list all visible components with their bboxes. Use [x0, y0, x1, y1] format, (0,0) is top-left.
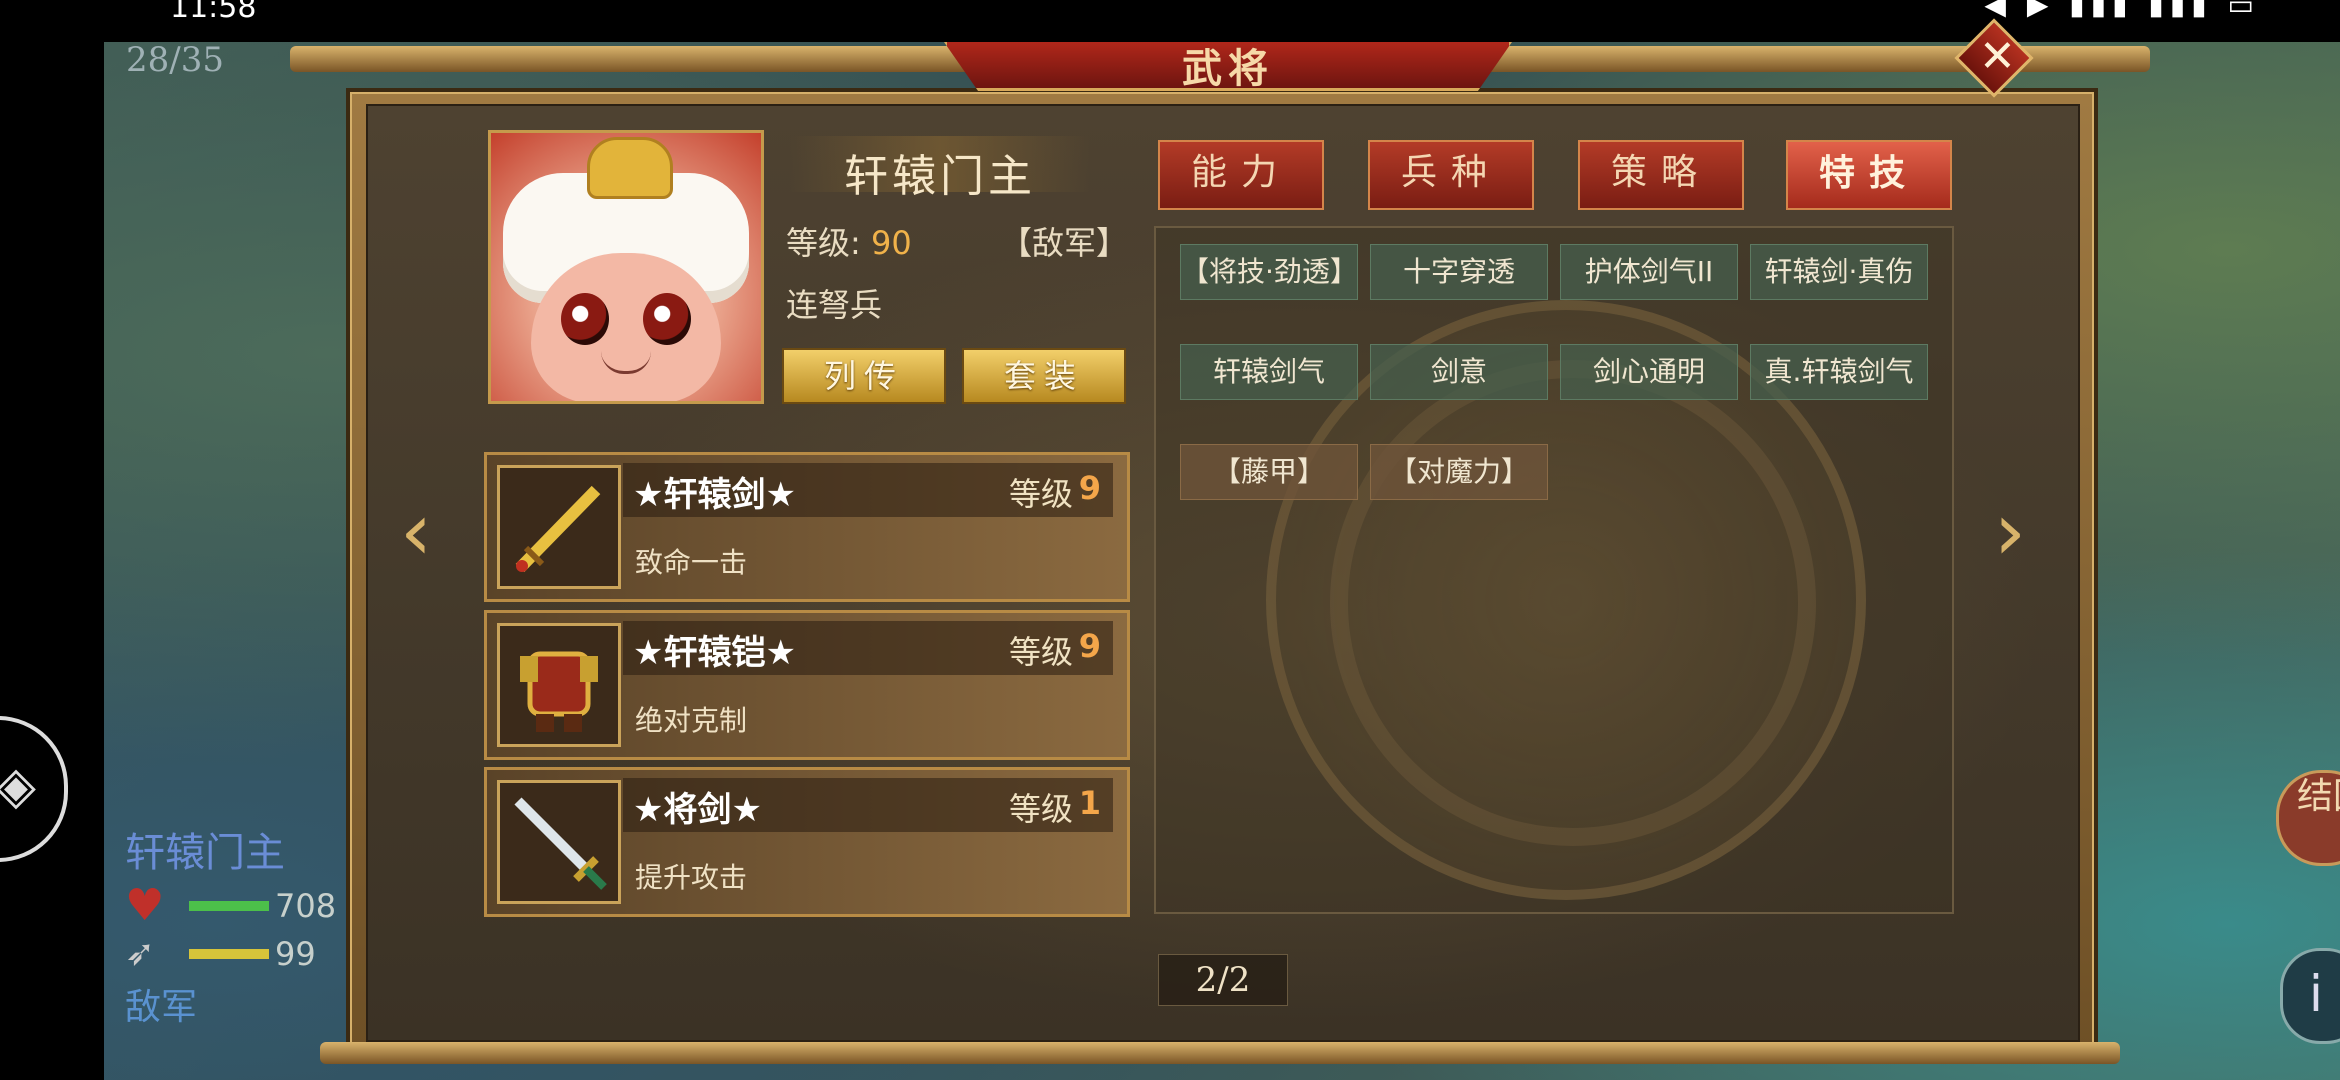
dialog-title: 武将	[1182, 45, 1274, 92]
equipment-level: 9	[1078, 469, 1101, 507]
info-icon: i	[2309, 965, 2323, 1023]
unit-name: 轩辕门主	[125, 830, 285, 876]
skill-tag[interactable]: 【藤甲】	[1180, 444, 1358, 500]
skill-tag[interactable]: 轩辕剑气	[1180, 344, 1358, 400]
skill-tag[interactable]: 【对魔力】	[1370, 444, 1548, 500]
general-level: 等级: 90	[786, 218, 912, 264]
prev-page-button[interactable]: ‹	[400, 492, 456, 572]
biography-button[interactable]: 列传	[782, 348, 946, 404]
equipment-header: ★将剑★ 等级 1	[623, 778, 1113, 832]
general-name-plate: 轩辕门主	[790, 136, 1090, 202]
skill-tag[interactable]: 剑意	[1370, 344, 1548, 400]
tab-strategy[interactable]: 策略	[1578, 140, 1744, 210]
heart-icon: ♥	[125, 880, 165, 931]
sword-icon	[497, 780, 621, 904]
equipment-header: ★轩辕铠★ 等级 9	[623, 621, 1113, 675]
equipment-effect: 绝对克制	[635, 704, 748, 737]
general-portrait	[488, 130, 764, 404]
turn-counter: 28/35	[126, 40, 224, 80]
mp-bar	[189, 949, 269, 959]
unit-side: 敌军	[125, 987, 198, 1028]
equipment-effect: 提升攻击	[635, 861, 748, 894]
mp-value: 99	[275, 935, 316, 973]
chevron-right-icon: ›	[1994, 485, 2026, 578]
right-eye	[643, 293, 691, 345]
skill-tag[interactable]: 真.轩辕剑气	[1750, 344, 1928, 400]
side-tag: 【敌军】	[1000, 224, 1129, 262]
selected-unit-info: 轩辕门主 ♥ 708 ➶ 99 敌军	[125, 820, 365, 1030]
general-name: 轩辕门主	[844, 151, 1036, 202]
equipment-slot[interactable]: ★轩辕剑★ 等级 9 致命一击	[484, 452, 1130, 602]
status-time: 11:58	[170, 0, 257, 25]
skill-tag[interactable]: 十字穿透	[1370, 244, 1548, 300]
next-page-button[interactable]: ›	[1994, 492, 2050, 572]
equipment-level: 9	[1078, 627, 1101, 665]
equipment-slot[interactable]: ★将剑★ 等级 1 提升攻击	[484, 767, 1130, 917]
skill-tag[interactable]: 护体剑气II	[1560, 244, 1738, 300]
equipment-effect: 致命一击	[635, 546, 748, 579]
dialog-bottom-rail	[320, 1042, 2120, 1064]
info-button[interactable]: i	[2280, 948, 2340, 1044]
equipment-header: ★轩辕剑★ 等级 9	[623, 463, 1113, 517]
level-label: 等级:	[786, 224, 861, 262]
armor-icon	[497, 623, 621, 747]
page-indicator: 2/2	[1158, 954, 1288, 1006]
close-icon: ✕	[1979, 31, 2016, 83]
set-button[interactable]: 套装	[962, 348, 1126, 404]
dragon-seal-ring	[1330, 360, 1816, 846]
skill-tag[interactable]: 轩辕剑·真伤	[1750, 244, 1928, 300]
equipment-level-label: 等级	[1008, 790, 1073, 828]
equipment-name: ★轩辕铠★	[633, 633, 796, 673]
tab-troop[interactable]: 兵种	[1368, 140, 1534, 210]
skill-tag[interactable]: 【将技·劲透】	[1180, 244, 1358, 300]
chevron-left-icon: ‹	[400, 485, 432, 578]
unit-type: 连弩兵	[786, 286, 883, 324]
feather-icon: ➶	[125, 933, 156, 974]
level-value: 90	[870, 224, 912, 262]
hp-bar	[189, 901, 269, 911]
golden-sword-icon	[497, 465, 621, 589]
equipment-name: ★将剑★	[633, 790, 762, 830]
equipment-level-label: 等级	[1008, 475, 1073, 513]
status-icons: ◀ ▶ ▮▮▮ ▮▮▮ ▭	[1984, 0, 2260, 21]
left-eye	[561, 293, 609, 345]
end-turn-label: 结回	[2297, 776, 2340, 817]
equipment-slot[interactable]: ★轩辕铠★ 等级 9 绝对克制	[484, 610, 1130, 760]
lion-crown	[587, 137, 673, 199]
tab-special-skill[interactable]: 特技	[1786, 140, 1952, 210]
floating-assist-button[interactable]: ◈	[0, 716, 68, 862]
equipment-level: 1	[1078, 784, 1101, 822]
equipment-level-label: 等级	[1008, 633, 1073, 671]
hp-value: 708	[275, 887, 337, 925]
equipment-name: ★轩辕剑★	[633, 475, 796, 515]
tab-ability[interactable]: 能力	[1158, 140, 1324, 210]
skill-tag[interactable]: 剑心通明	[1560, 344, 1738, 400]
cube-icon: ◈	[0, 756, 36, 816]
dialog-title-banner: 武将	[944, 42, 1512, 91]
